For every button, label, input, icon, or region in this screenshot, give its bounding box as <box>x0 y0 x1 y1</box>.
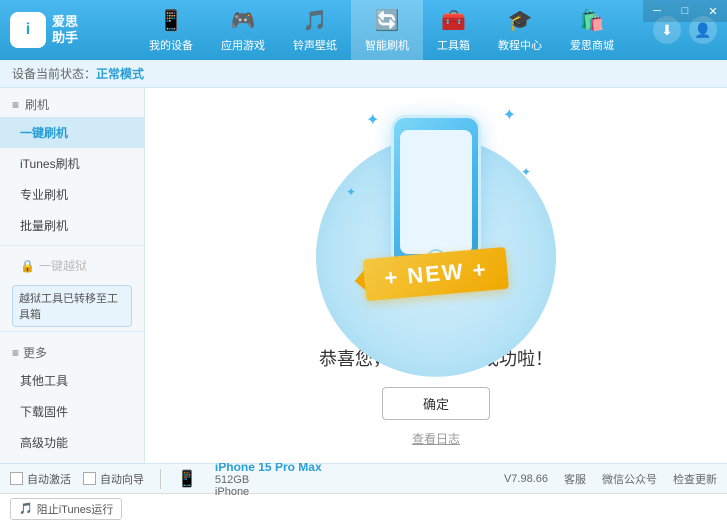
itunes-block-button[interactable]: 🎵 阻止iTunes运行 <box>10 498 122 520</box>
auto-nav-cb-box[interactable] <box>83 472 96 485</box>
phone-illustration-wrapper: ✦ ✦ ✦ ✦ + NEW + <box>336 105 536 345</box>
device-phone-icon: 📱 <box>177 469 197 489</box>
toolbox-icon: 🧰 <box>441 8 466 33</box>
nav-toolbox[interactable]: 🧰 工具箱 <box>423 0 484 61</box>
auto-connect-checkbox[interactable]: 自动激活 <box>10 471 71 487</box>
sidebar-item-one-click-flash[interactable]: 一键刷机 <box>0 117 144 148</box>
status-bar: 🎵 阻止iTunes运行 <box>0 493 727 523</box>
music-icon: 🎵 <box>303 8 328 33</box>
sparkle-icon-2: ✦ <box>503 105 516 125</box>
nav-ringtone[interactable]: 🎵 铃声壁纸 <box>279 0 351 61</box>
sidebar-divider2 <box>0 331 144 332</box>
device-info: iPhone 15 Pro Max 512GB iPhone <box>215 460 322 498</box>
wechat-link[interactable]: 微信公众号 <box>602 471 657 487</box>
nav-smart-flash[interactable]: 🔄 智能刷机 <box>351 0 423 61</box>
sidebar-jailbreak-tip[interactable]: 越狱工具已转移至工具箱 <box>12 285 132 327</box>
apps-icon: 🎮 <box>231 8 256 33</box>
sparkle-icon-4: ✦ <box>346 185 356 199</box>
flash-group-icon: ≡ <box>12 98 19 112</box>
sidebar-item-download-fw[interactable]: 下载固件 <box>0 396 144 427</box>
sidebar-lock-jailbreak: 🔒 一键越狱 <box>0 250 144 281</box>
nav-items: 📱 我的设备 🎮 应用游戏 🎵 铃声壁纸 🔄 智能刷机 🧰 工具箱 🎓 教程中心… <box>110 0 653 61</box>
main-layout: ≡ 刷机 一键刷机 iTunes刷机 专业刷机 批量刷机 🔒 一键越狱 越狱工具… <box>0 88 727 463</box>
close-button[interactable]: ✕ <box>699 0 727 22</box>
nav-tutorial[interactable]: 🎓 教程中心 <box>484 0 556 61</box>
sidebar-item-pro-flash[interactable]: 专业刷机 <box>0 179 144 210</box>
top-nav-bar: i 爱思 助手 📱 我的设备 🎮 应用游戏 🎵 铃声壁纸 🔄 智能刷机 🧰 工具… <box>0 0 727 60</box>
auto-nav-checkbox[interactable]: 自动向导 <box>83 471 144 487</box>
sidebar-more-title: ≡ 更多 <box>0 336 144 365</box>
nav-my-device[interactable]: 📱 我的设备 <box>135 0 207 61</box>
sidebar-item-batch-flash[interactable]: 批量刷机 <box>0 210 144 241</box>
window-controls: ─ □ ✕ <box>643 0 727 22</box>
sub-header: 设备当前状态： 正常模式 <box>0 60 727 88</box>
new-plus-right: + <box>463 256 488 283</box>
support-link[interactable]: 客服 <box>564 471 586 487</box>
device-storage: 512GB <box>215 474 322 486</box>
nav-apps-games[interactable]: 🎮 应用游戏 <box>207 0 279 61</box>
new-plus-left: + <box>383 263 408 290</box>
sidebar-item-other-tools[interactable]: 其他工具 <box>0 365 144 396</box>
flash-icon: 🔄 <box>375 8 400 33</box>
sidebar-item-advanced[interactable]: 高级功能 <box>0 427 144 458</box>
itunes-icon: 🎵 <box>19 502 33 515</box>
logo-area: i 爱思 助手 <box>10 12 110 48</box>
sparkle-icon-1: ✦ <box>366 110 379 130</box>
lock-icon: 🔒 <box>20 259 35 273</box>
check-update-link[interactable]: 检查更新 <box>673 471 717 487</box>
divider <box>160 469 161 489</box>
shop-icon: 🛍️ <box>580 8 605 33</box>
sparkle-icon-3: ✦ <box>521 165 531 179</box>
minimize-button[interactable]: ─ <box>643 0 671 22</box>
sidebar-group-flash: ≡ 刷机 <box>0 88 144 117</box>
bottom-device-bar: 自动激活 自动向导 📱 iPhone 15 Pro Max 512GB iPho… <box>0 463 727 493</box>
maximize-button[interactable]: □ <box>671 0 699 22</box>
new-banner: + NEW + <box>363 246 509 300</box>
bottom-right-links: V7.98.66 客服 微信公众号 检查更新 <box>504 471 717 487</box>
confirm-button[interactable]: 确定 <box>382 387 490 420</box>
phone-icon: 📱 <box>159 8 184 33</box>
tutorial-icon: 🎓 <box>508 8 533 33</box>
phone-screen <box>400 130 472 254</box>
main-content: ✦ ✦ ✦ ✦ + NEW + 恭喜您，保资料刷机成功啦！ 确定 查看日志 <box>145 88 727 463</box>
auto-connect-cb-box[interactable] <box>10 472 23 485</box>
sidebar: ≡ 刷机 一键刷机 iTunes刷机 专业刷机 批量刷机 🔒 一键越狱 越狱工具… <box>0 88 145 463</box>
sidebar-divider1 <box>0 245 144 246</box>
phone-illustration: ✦ ✦ ✦ ✦ + NEW + <box>336 105 536 325</box>
nav-shop[interactable]: 🛍️ 爱思商城 <box>556 0 628 61</box>
sidebar-item-itunes-flash[interactable]: iTunes刷机 <box>0 148 144 179</box>
logo-text: 爱思 助手 <box>52 14 78 45</box>
logo-icon: i <box>10 12 46 48</box>
more-icon: ≡ <box>12 346 19 360</box>
view-log-link[interactable]: 查看日志 <box>412 430 460 447</box>
